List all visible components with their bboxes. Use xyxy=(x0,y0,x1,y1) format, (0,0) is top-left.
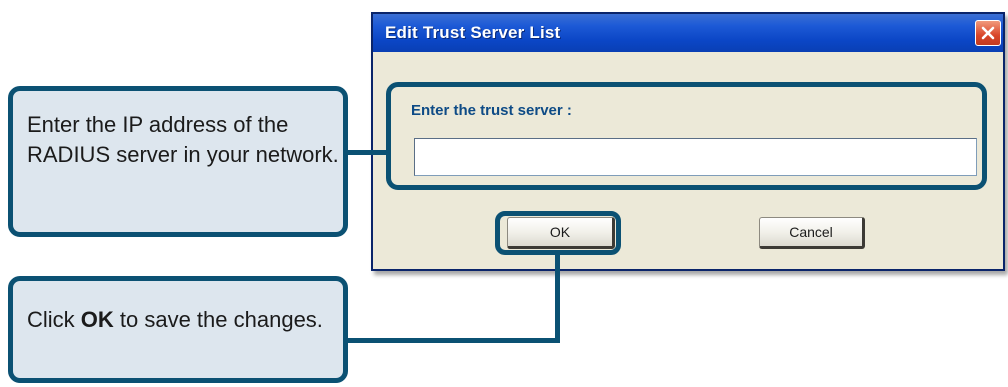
input-highlight-outline xyxy=(386,82,987,190)
connector-line-ok-horizontal xyxy=(346,338,560,343)
connector-line-ok-vertical xyxy=(555,253,560,343)
dialog-titlebar[interactable]: Edit Trust Server List xyxy=(373,14,1003,52)
cancel-button[interactable]: Cancel xyxy=(759,217,865,249)
callout-click-ok: Click OK to save the changes. xyxy=(8,276,348,383)
callout-ip-address: Enter the IP address of the RADIUS serve… xyxy=(8,86,348,237)
dialog-title: Edit Trust Server List xyxy=(385,23,561,42)
connector-line-ip xyxy=(346,150,388,155)
ok-highlight-outline xyxy=(495,211,621,255)
callout-ok-suffix: to save the changes. xyxy=(113,307,323,332)
close-icon xyxy=(981,26,995,40)
callout-ok-prefix: Click xyxy=(27,307,81,332)
callout-ok-bold: OK xyxy=(80,307,114,332)
close-button[interactable] xyxy=(975,20,1001,46)
callout-ip-text: Enter the IP address of the RADIUS serve… xyxy=(27,112,339,167)
